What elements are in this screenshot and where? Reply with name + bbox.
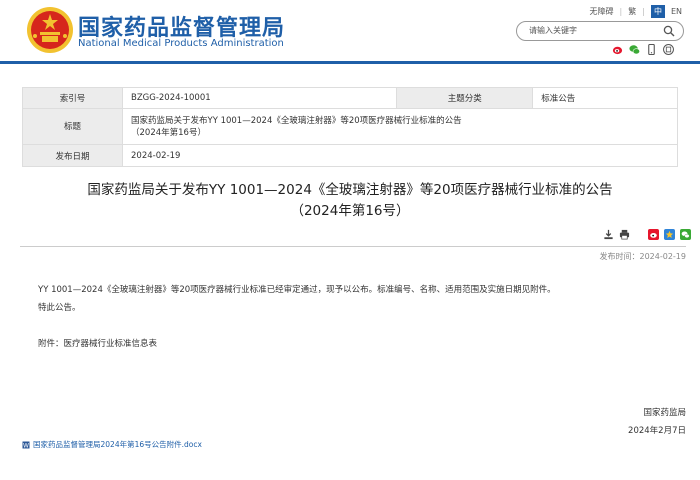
- weibo-icon[interactable]: [648, 229, 659, 240]
- document-icon: W: [22, 441, 30, 449]
- download-icon[interactable]: [603, 229, 614, 240]
- title-label: 标题: [22, 108, 123, 145]
- national-emblem-icon[interactable]: [26, 6, 74, 54]
- favorite-icon[interactable]: [664, 229, 675, 240]
- article-title-line2: （2024年第16号）: [290, 203, 410, 219]
- search-placeholder: 请输入关键字: [529, 26, 577, 35]
- mobile-icon[interactable]: [646, 44, 657, 55]
- site-title-en: National Medical Products Administration: [78, 38, 284, 49]
- sign-date: 2024年2月7日: [628, 426, 686, 436]
- signature: 国家药监局: [643, 408, 686, 418]
- article-title: 国家药监局关于发布YY 1001—2024《全玻璃注射器》等20项医疗器械行业标…: [0, 180, 700, 222]
- accessibility-link[interactable]: 无障碍: [590, 6, 614, 17]
- social-links: [612, 44, 674, 55]
- attachment-link[interactable]: W 国家药品监督管理局2024年第16号公告附件.docx: [22, 439, 202, 450]
- title-divider: [20, 246, 686, 247]
- category-label: 主题分类: [396, 87, 534, 109]
- top-links: 无障碍 | 繁 | 中 EN: [590, 5, 682, 18]
- english-lang-link[interactable]: EN: [671, 7, 682, 16]
- publish-time: 发布时间：2024-02-19: [599, 252, 687, 261]
- traditional-chinese-link[interactable]: 繁: [628, 6, 636, 17]
- table-row: 发布日期 2024-02-19: [22, 144, 678, 167]
- metadata-table: 索引号 BZGG-2024-10001 主题分类 标准公告 标题 国家药监局关于…: [22, 87, 678, 167]
- date-label: 发布日期: [22, 144, 123, 167]
- table-row: 标题 国家药监局关于发布YY 1001—2024《全玻璃注射器》等20项医疗器械…: [22, 108, 678, 145]
- title-value-line2: （2024年第16号）: [131, 127, 206, 138]
- search-icon[interactable]: [663, 25, 675, 37]
- index-label: 索引号: [22, 87, 123, 109]
- wechat-icon[interactable]: [680, 229, 691, 240]
- category-value: 标准公告: [532, 87, 678, 109]
- app-icon[interactable]: [663, 44, 674, 55]
- link-separator: |: [619, 7, 623, 16]
- table-row: 索引号 BZGG-2024-10001 主题分类 标准公告: [22, 87, 678, 109]
- link-separator: |: [642, 7, 645, 16]
- article-title-line1: 国家药监局关于发布YY 1001—2024《全玻璃注射器》等20项医疗器械行业标…: [87, 182, 613, 198]
- article-tools: [603, 229, 691, 240]
- date-value: 2024-02-19: [122, 144, 678, 167]
- article-paragraph: YY 1001—2024《全玻璃注射器》等20项医疗器械行业标准已经审定通过，现…: [38, 285, 556, 295]
- attachment-filename[interactable]: 国家药品监督管理局2024年第16号公告附件.docx: [33, 439, 202, 450]
- tool-spacer: [635, 229, 643, 240]
- attachment-note: 附件：医疗器械行业标准信息表: [38, 339, 158, 349]
- index-value: BZGG-2024-10001: [121, 87, 398, 109]
- article-closing: 特此公告。: [38, 303, 81, 313]
- title-value-line1: 国家药监局关于发布YY 1001—2024《全玻璃注射器》等20项医疗器械行业标…: [131, 115, 462, 126]
- svg-text:W: W: [23, 442, 29, 449]
- wechat-icon[interactable]: [629, 44, 640, 55]
- site-header: 国家药品监督管理局 National Medical Products Admi…: [0, 0, 700, 64]
- chinese-lang-link[interactable]: 中: [650, 5, 665, 18]
- weibo-icon[interactable]: [612, 44, 623, 55]
- print-icon[interactable]: [619, 229, 630, 240]
- search-input[interactable]: 请输入关键字: [516, 21, 684, 41]
- title-value: 国家药监局关于发布YY 1001—2024《全玻璃注射器》等20项医疗器械行业标…: [122, 108, 678, 145]
